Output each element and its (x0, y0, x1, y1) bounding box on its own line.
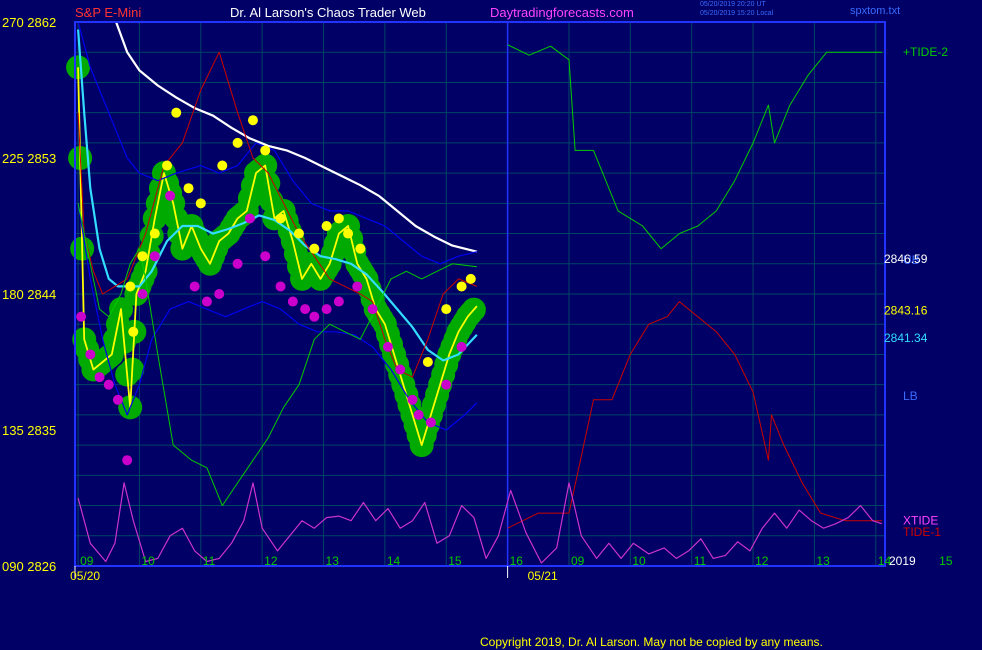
yellow-dot-9 (232, 137, 243, 148)
right-label-tide1: TIDE-1 (903, 525, 941, 539)
magenta-dot-4 (112, 394, 123, 405)
yellow-dot-17 (343, 228, 354, 239)
magenta-dot-13 (244, 213, 255, 224)
magenta-dot-11 (214, 289, 225, 299)
yellow-dot-1 (128, 326, 139, 337)
magenta-dot-0 (76, 311, 87, 322)
copyright-notice: Copyright 2019, Dr. Al Larson. May not b… (480, 635, 823, 649)
x-tick-label-4: 13 (326, 554, 340, 568)
x-tick-label-6: 15 (448, 554, 462, 568)
magenta-dot-26 (413, 409, 424, 420)
yellow-dot-12 (275, 213, 286, 224)
magenta-dot-20 (333, 296, 344, 307)
x-tick-label-8: 09 (571, 554, 585, 568)
yellow-dot-19 (422, 357, 433, 367)
x-tick-label-11: 12 (755, 554, 769, 568)
yellow-dot-4 (162, 160, 173, 171)
magenta-dot-19 (321, 304, 332, 315)
chart-title: Dr. Al Larson's Chaos Trader Web (230, 5, 426, 20)
yellow-dot-20 (441, 304, 452, 315)
yellow-dot-18 (355, 243, 366, 254)
x-date-label-0: 05/20 (70, 569, 100, 583)
y-tick-label-1: 225 2853 (2, 151, 56, 166)
yellow-dot-0 (125, 281, 136, 292)
magenta-dot-18 (309, 311, 320, 322)
magenta-dot-29 (456, 341, 467, 352)
last-price-1: 2846.59 (884, 252, 928, 266)
y-tick-label-0: 270 2862 (2, 15, 56, 30)
magenta-dot-12 (232, 258, 243, 269)
x-tick-label-5: 14 (387, 554, 401, 568)
magenta-dot-15 (275, 281, 286, 292)
x-tick-label-9: 10 (632, 554, 646, 568)
yellow-dot-14 (309, 243, 320, 254)
year-label: 2019 (889, 554, 916, 568)
yellow-dot-11 (260, 145, 271, 156)
magenta-dot-1 (85, 349, 96, 360)
magenta-dot-21 (352, 281, 363, 292)
magenta-dot-27 (425, 417, 436, 428)
x-tick-label-14: 15 (939, 554, 953, 568)
last-price-2: 2843.16 (884, 304, 928, 318)
series-line-xtide (77, 482, 883, 564)
right-label-tide2: +TIDE-2 (903, 45, 948, 59)
magenta-dot-22 (367, 304, 378, 315)
right-label-lb: LB (903, 389, 918, 403)
magenta-dot-7 (149, 251, 160, 262)
magenta-dot-9 (189, 281, 200, 292)
magenta-dot-10 (201, 296, 212, 307)
yellow-dot-7 (195, 198, 206, 209)
x-date-label-1: 05/21 (528, 569, 558, 583)
yellow-dot-6 (183, 183, 194, 194)
yellow-dot-21 (456, 281, 467, 292)
update-time-local: 05/20/2019 15:20 Local (700, 10, 774, 17)
y-tick-label-4: 090 2826 (2, 559, 56, 574)
chart-symbol: S&P E-Mini (75, 5, 142, 20)
y-tick-label-2: 180 2844 (2, 287, 56, 302)
yellow-dot-15 (321, 221, 332, 231)
y-tick-label-3: 135 2835 (2, 423, 56, 438)
chart-canvas: 270 2862 225 2853 180 2844 135 2835 090 2826… (2, 15, 953, 583)
x-tick-label-10: 11 (694, 554, 707, 568)
x-tick-label-2: 11 (203, 554, 216, 568)
x-tick-label-7: 16 (510, 554, 524, 568)
site-name[interactable]: Daytradingforecasts.com (490, 5, 634, 20)
magenta-dot-23 (382, 341, 393, 352)
yellow-dot-8 (217, 160, 228, 171)
x-tick-label-3: 12 (264, 554, 278, 568)
magenta-dot-6 (137, 289, 148, 299)
series-line-green_tide2 (507, 44, 882, 250)
magenta-dot-24 (395, 364, 406, 375)
yellow-dot-2 (137, 251, 148, 262)
yellow-dot-13 (293, 228, 304, 239)
magenta-dot-8 (165, 190, 176, 201)
yellow-dot-3 (149, 228, 160, 239)
magenta-dot-25 (407, 394, 418, 405)
x-tick-label-0: 09 (80, 554, 94, 568)
update-time-ut: 05/20/2019 20:20 UT (700, 1, 766, 8)
series-lines (77, 21, 883, 564)
magenta-dot-14 (260, 251, 271, 262)
yellow-dot-10 (247, 115, 258, 126)
yellow-dot-22 (465, 273, 476, 284)
magenta-dot-17 (300, 304, 311, 315)
magenta-dot-2 (94, 372, 105, 383)
x-tick-label-12: 13 (816, 554, 830, 568)
yellow-dot-5 (171, 107, 182, 118)
magenta-dot-5 (122, 455, 133, 466)
x-tick-label-1: 10 (141, 554, 155, 568)
magenta-dot-28 (441, 379, 452, 390)
last-price-3: 2841.34 (884, 331, 928, 345)
magenta-dot-3 (103, 379, 114, 390)
yellow-dot-16 (333, 213, 344, 224)
data-file-name: spxtom.txt (850, 5, 901, 17)
magenta-dot-16 (287, 296, 298, 307)
